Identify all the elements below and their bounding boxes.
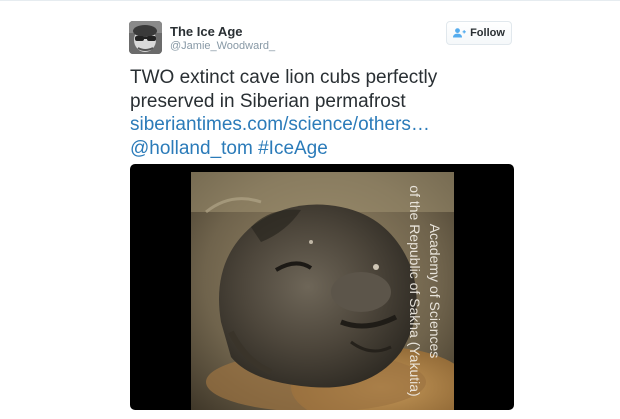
avatar[interactable] <box>129 21 162 54</box>
tweet-text: TWO extinct cave lion cubs perfectly pre… <box>130 66 530 160</box>
tweet-text-line-1: TWO extinct cave lion cubs perfectly <box>130 67 438 88</box>
tweet-media[interactable]: Academy of Sciences of the Republic of S… <box>130 164 514 410</box>
watermark-line-2: of the Republic of Sakha (Yakutia) <box>407 185 423 397</box>
follow-button[interactable]: Follow <box>446 21 512 45</box>
hashtag-link[interactable]: #IceAge <box>258 138 328 159</box>
tweet-tags-line: @holland_tom #IceAge <box>130 137 530 161</box>
avatar-icon <box>129 21 162 54</box>
tweet-card: The Ice Age @Jamie_Woodward_ Follow TWO … <box>0 0 620 419</box>
tweet-text-line-2: preserved in Siberian permafrost <box>130 90 406 112</box>
cave-lion-cub-photo[interactable]: Academy of Sciences of the Republic of S… <box>191 172 454 410</box>
author-handle[interactable]: @Jamie_Woodward_ <box>170 40 275 52</box>
author-name[interactable]: The Ice Age <box>170 24 242 39</box>
mention-link[interactable]: @holland_tom <box>130 138 253 159</box>
photo-watermark: Academy of Sciences of the Republic of S… <box>401 178 445 404</box>
add-user-icon <box>453 28 466 38</box>
follow-label: Follow <box>470 27 505 39</box>
watermark-line-1: Academy of Sciences <box>427 223 443 359</box>
tweet-link[interactable]: siberiantimes.com/science/others… <box>130 113 530 137</box>
